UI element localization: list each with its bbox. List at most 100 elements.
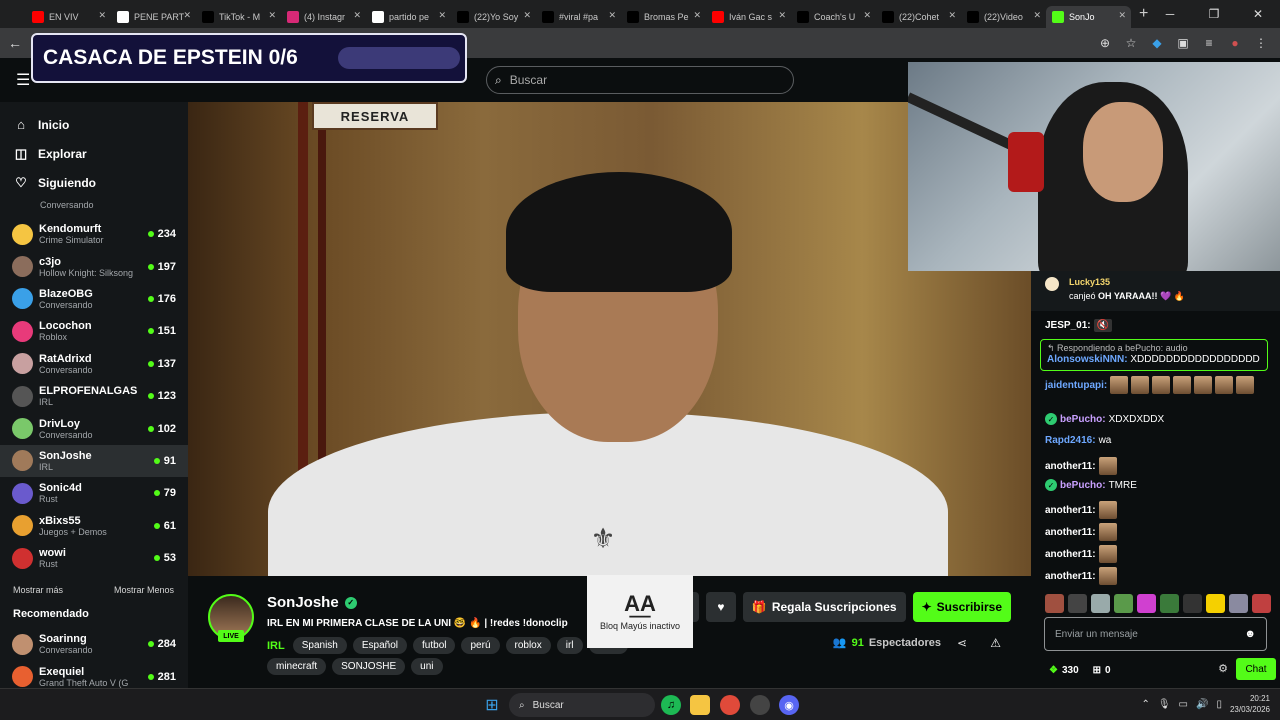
new-tab-button[interactable]: +	[1139, 5, 1148, 23]
close-window-icon[interactable]: ✕	[1236, 0, 1280, 28]
chat-input[interactable]: Enviar un mensaje ☻	[1044, 617, 1267, 651]
tab-close-icon[interactable]: ✕	[353, 10, 361, 21]
tab-close-icon[interactable]: ✕	[523, 10, 531, 21]
emote-icon[interactable]	[1160, 594, 1179, 613]
volume-icon[interactable]: 🔊	[1196, 699, 1208, 710]
streamer-name[interactable]: SonJoshe	[267, 594, 339, 611]
category-link[interactable]: IRL	[267, 640, 285, 652]
show-less-link[interactable]: Mostrar Menos	[114, 585, 174, 595]
tab-close-icon[interactable]: ✕	[608, 10, 616, 21]
media-control-icon[interactable]: ≡	[1198, 32, 1220, 54]
extension-icon[interactable]: ◆	[1146, 32, 1168, 54]
browser-tab[interactable]: Iván Gac s ✕	[706, 6, 791, 28]
channel-item[interactable]: DrivLoy Conversando 102	[0, 412, 188, 444]
chat-username[interactable]: another11:	[1045, 549, 1096, 560]
tag-chip[interactable]: minecraft	[267, 658, 327, 675]
emote-icon[interactable]	[1137, 594, 1156, 613]
channel-item[interactable]: xBixs55 Juegos + Demos 61	[0, 510, 188, 542]
hamburger-menu-icon[interactable]: ☰	[16, 70, 30, 90]
tab-close-icon[interactable]: ✕	[1033, 10, 1041, 21]
browser-tab[interactable]: (22)Cohet ✕	[876, 6, 961, 28]
tag-chip[interactable]: perú	[461, 637, 500, 654]
subscribe-button[interactable]: ✦ Suscribirse	[912, 592, 1011, 622]
tag-chip[interactable]: SONJOSHE	[332, 658, 406, 675]
channel-item[interactable]: Kendomurft Crime Simulator 234	[0, 218, 188, 250]
tag-chip[interactable]: Español	[352, 637, 408, 654]
tag-chip[interactable]: Spanish	[292, 637, 347, 654]
channel-item[interactable]: ELPROFENALGAS IRL 123	[0, 380, 188, 412]
browser-tab[interactable]: Bromas Pe ✕	[621, 6, 706, 28]
file-explorer-icon[interactable]	[690, 695, 710, 715]
browser-tab[interactable]: (4) Instagr ✕	[281, 6, 366, 28]
browser-menu-icon[interactable]: ⋮	[1250, 32, 1272, 54]
maximize-icon[interactable]: ❐	[1192, 0, 1236, 28]
browser-tab[interactable]: (22)Video ✕	[961, 6, 1046, 28]
obs-icon[interactable]	[750, 695, 770, 715]
profile-avatar[interactable]: ●	[1224, 32, 1246, 54]
tag-chip[interactable]: roblox	[505, 637, 551, 654]
tab-close-icon[interactable]: ✕	[948, 10, 956, 21]
discord-icon[interactable]: ◉	[779, 695, 799, 715]
chat-username[interactable]: another11:	[1045, 571, 1096, 582]
chat-username[interactable]: another11:	[1045, 505, 1096, 516]
chat-username[interactable]: another11:	[1045, 527, 1096, 538]
tray-chevron-icon[interactable]: ⌃	[1141, 699, 1149, 710]
chat-username[interactable]: jaidentupapi:	[1045, 380, 1107, 391]
bookmark-star-icon[interactable]: ☆	[1120, 32, 1142, 54]
nav-inicio[interactable]: ⌂ Inicio	[0, 110, 188, 139]
emote-icon[interactable]	[1068, 594, 1087, 613]
browser-tab[interactable]: #viral #pa ✕	[536, 6, 621, 28]
chrome-icon[interactable]	[720, 695, 740, 715]
emote-icon[interactable]	[1229, 594, 1248, 613]
battery-icon[interactable]: ▯	[1216, 699, 1222, 710]
spotify-icon[interactable]: ♫	[661, 695, 681, 715]
chat-username[interactable]: Rapd2416:	[1045, 435, 1096, 446]
back-arrow-icon[interactable]: ←	[8, 35, 22, 51]
windows-start-icon[interactable]: ⊞	[482, 695, 502, 715]
browser-tab[interactable]: SonJo ✕	[1046, 6, 1131, 28]
channel-item[interactable]: c3jo Hollow Knight: Silksong 197	[0, 250, 188, 282]
emote-icon[interactable]	[1114, 594, 1133, 613]
channel-item[interactable]: Soarinng Conversando 284	[0, 628, 188, 660]
gear-icon[interactable]: ⚙	[1218, 662, 1228, 675]
emote-icon[interactable]	[1252, 594, 1271, 613]
emote-icon[interactable]	[1206, 594, 1225, 613]
channel-item[interactable]: wowi Rust 53	[0, 542, 188, 574]
channel-item[interactable]: Locochon Roblox 151	[0, 315, 188, 347]
channel-item[interactable]: RatAdrixd Conversando 137	[0, 348, 188, 380]
channel-item[interactable]: BlazeOBG Conversando 176	[0, 283, 188, 315]
reply-user[interactable]: AlonsowskiNNN:	[1047, 354, 1128, 365]
tab-close-icon[interactable]: ✕	[438, 10, 446, 21]
send-chat-button[interactable]: Chat	[1236, 658, 1276, 680]
browser-tab[interactable]: (22)Yo Soy ✕	[451, 6, 536, 28]
nav-siguiendo[interactable]: ♡ Siguiendo	[0, 168, 188, 197]
tab-close-icon[interactable]: ✕	[693, 10, 701, 21]
zoom-icon[interactable]: ⊕	[1094, 32, 1116, 54]
chat-username[interactable]: bePucho:	[1060, 414, 1106, 425]
network-icon[interactable]: ▭	[1179, 699, 1188, 710]
browser-tab[interactable]: Coach's U ✕	[791, 6, 876, 28]
channel-item[interactable]: SonJoshe IRL 91	[0, 444, 188, 478]
emote-icon[interactable]	[1183, 594, 1202, 613]
show-more-link[interactable]: Mostrar más	[13, 585, 63, 595]
chat-username[interactable]: another11:	[1045, 461, 1096, 472]
tab-close-icon[interactable]: ✕	[268, 10, 276, 21]
video-player[interactable]: RESERVA ⚜	[188, 102, 1031, 576]
search-input[interactable]: ⌕ Buscar	[486, 66, 794, 94]
clock[interactable]: 20:21 23/03/2026	[1230, 693, 1270, 715]
emote-icon[interactable]	[1045, 594, 1064, 613]
browser-tab[interactable]: partido pe ✕	[366, 6, 451, 28]
minimize-icon[interactable]: ─	[1148, 0, 1192, 28]
gift-subs-button[interactable]: 🎁 Regala Suscripciones	[742, 592, 906, 622]
chat-username[interactable]: bePucho:	[1060, 480, 1106, 491]
tab-close-icon[interactable]: ✕	[863, 10, 871, 21]
browser-tab[interactable]: PENE PART ✕	[111, 6, 196, 28]
puzzle-icon[interactable]: ▣	[1172, 32, 1194, 54]
tab-close-icon[interactable]: ✕	[1118, 10, 1126, 21]
tag-chip[interactable]: futbol	[413, 637, 456, 654]
gifts-counter[interactable]: ⊞ 0	[1093, 665, 1111, 676]
tab-close-icon[interactable]: ✕	[98, 10, 106, 21]
tag-chip[interactable]: irl	[556, 637, 583, 654]
follow-heart-button[interactable]: ♥	[705, 592, 736, 622]
tab-close-icon[interactable]: ✕	[778, 10, 786, 21]
